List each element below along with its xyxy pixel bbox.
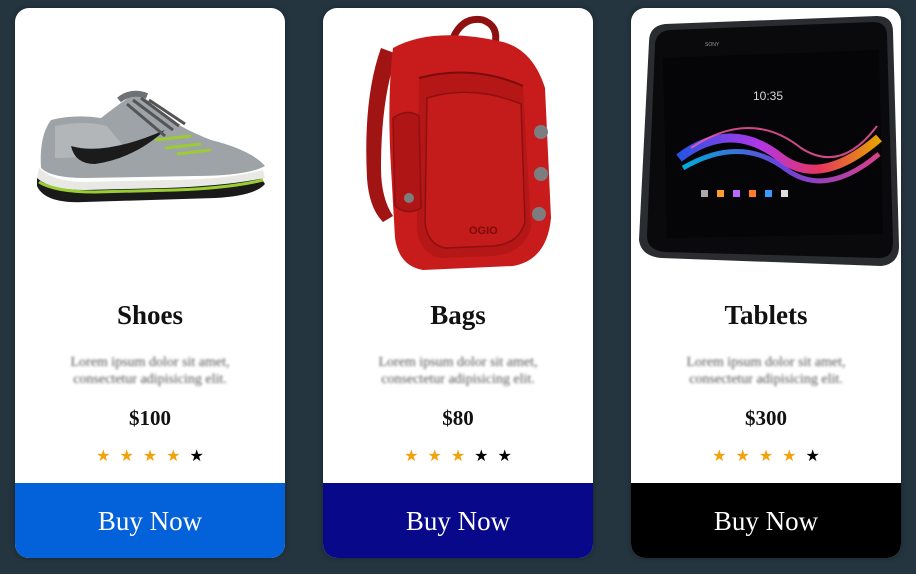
star-icon: ★: [782, 448, 806, 465]
rating-stars: ★★★★★: [631, 446, 901, 466]
star-icon: ★: [497, 448, 521, 465]
star-icon: ★: [805, 448, 829, 465]
product-card-shoes: Shoes Lorem ipsum dolor sit amet, consec…: [15, 8, 285, 558]
buy-now-button[interactable]: Buy Now: [15, 483, 285, 558]
tablet-image: 10:35 SONY: [631, 8, 901, 293]
product-price: $100: [129, 406, 171, 430]
star-icon: ★: [450, 448, 475, 465]
product-description: Lorem ipsum dolor sit amet, consectetur …: [378, 355, 538, 387]
star-icon: ★: [474, 448, 498, 465]
star-icon: ★: [758, 448, 783, 465]
star-icon: ★: [119, 448, 143, 465]
star-icon: ★: [96, 448, 120, 465]
star-icon: ★: [404, 448, 428, 465]
product-description: Lorem ipsum dolor sit amet, consectetur …: [686, 355, 846, 387]
product-price: $80: [442, 406, 474, 430]
product-price: $300: [745, 406, 787, 430]
star-icon: ★: [427, 448, 451, 465]
product-description: Lorem ipsum dolor sit amet, consectetur …: [70, 355, 230, 387]
rating-stars: ★★★★★: [323, 446, 593, 466]
star-icon: ★: [712, 448, 736, 465]
product-title: Shoes: [116, 300, 184, 330]
buy-now-button[interactable]: Buy Now: [323, 483, 593, 558]
star-icon: ★: [189, 448, 213, 465]
product-title: Bags: [430, 300, 486, 330]
product-card-tablets: 10:35 SONY Tablets Lorem ipsum dolor sit…: [631, 8, 901, 558]
svg-text:OGIO: OGIO: [469, 225, 498, 237]
svg-text:10:35: 10:35: [753, 89, 783, 103]
product-card-bags: OGIO Bags Lorem ipsum dolor sit amet, co…: [323, 8, 593, 558]
sneaker-image: [15, 8, 285, 293]
buy-now-button[interactable]: Buy Now: [631, 483, 901, 558]
star-icon: ★: [142, 448, 167, 465]
star-icon: ★: [166, 448, 190, 465]
svg-text:SONY: SONY: [705, 42, 720, 48]
backpack-image: OGIO: [323, 8, 593, 293]
product-card-grid: Shoes Lorem ipsum dolor sit amet, consec…: [0, 0, 916, 574]
star-icon: ★: [735, 448, 759, 465]
product-title: Tablets: [724, 300, 808, 330]
rating-stars: ★★★★★: [15, 446, 285, 466]
